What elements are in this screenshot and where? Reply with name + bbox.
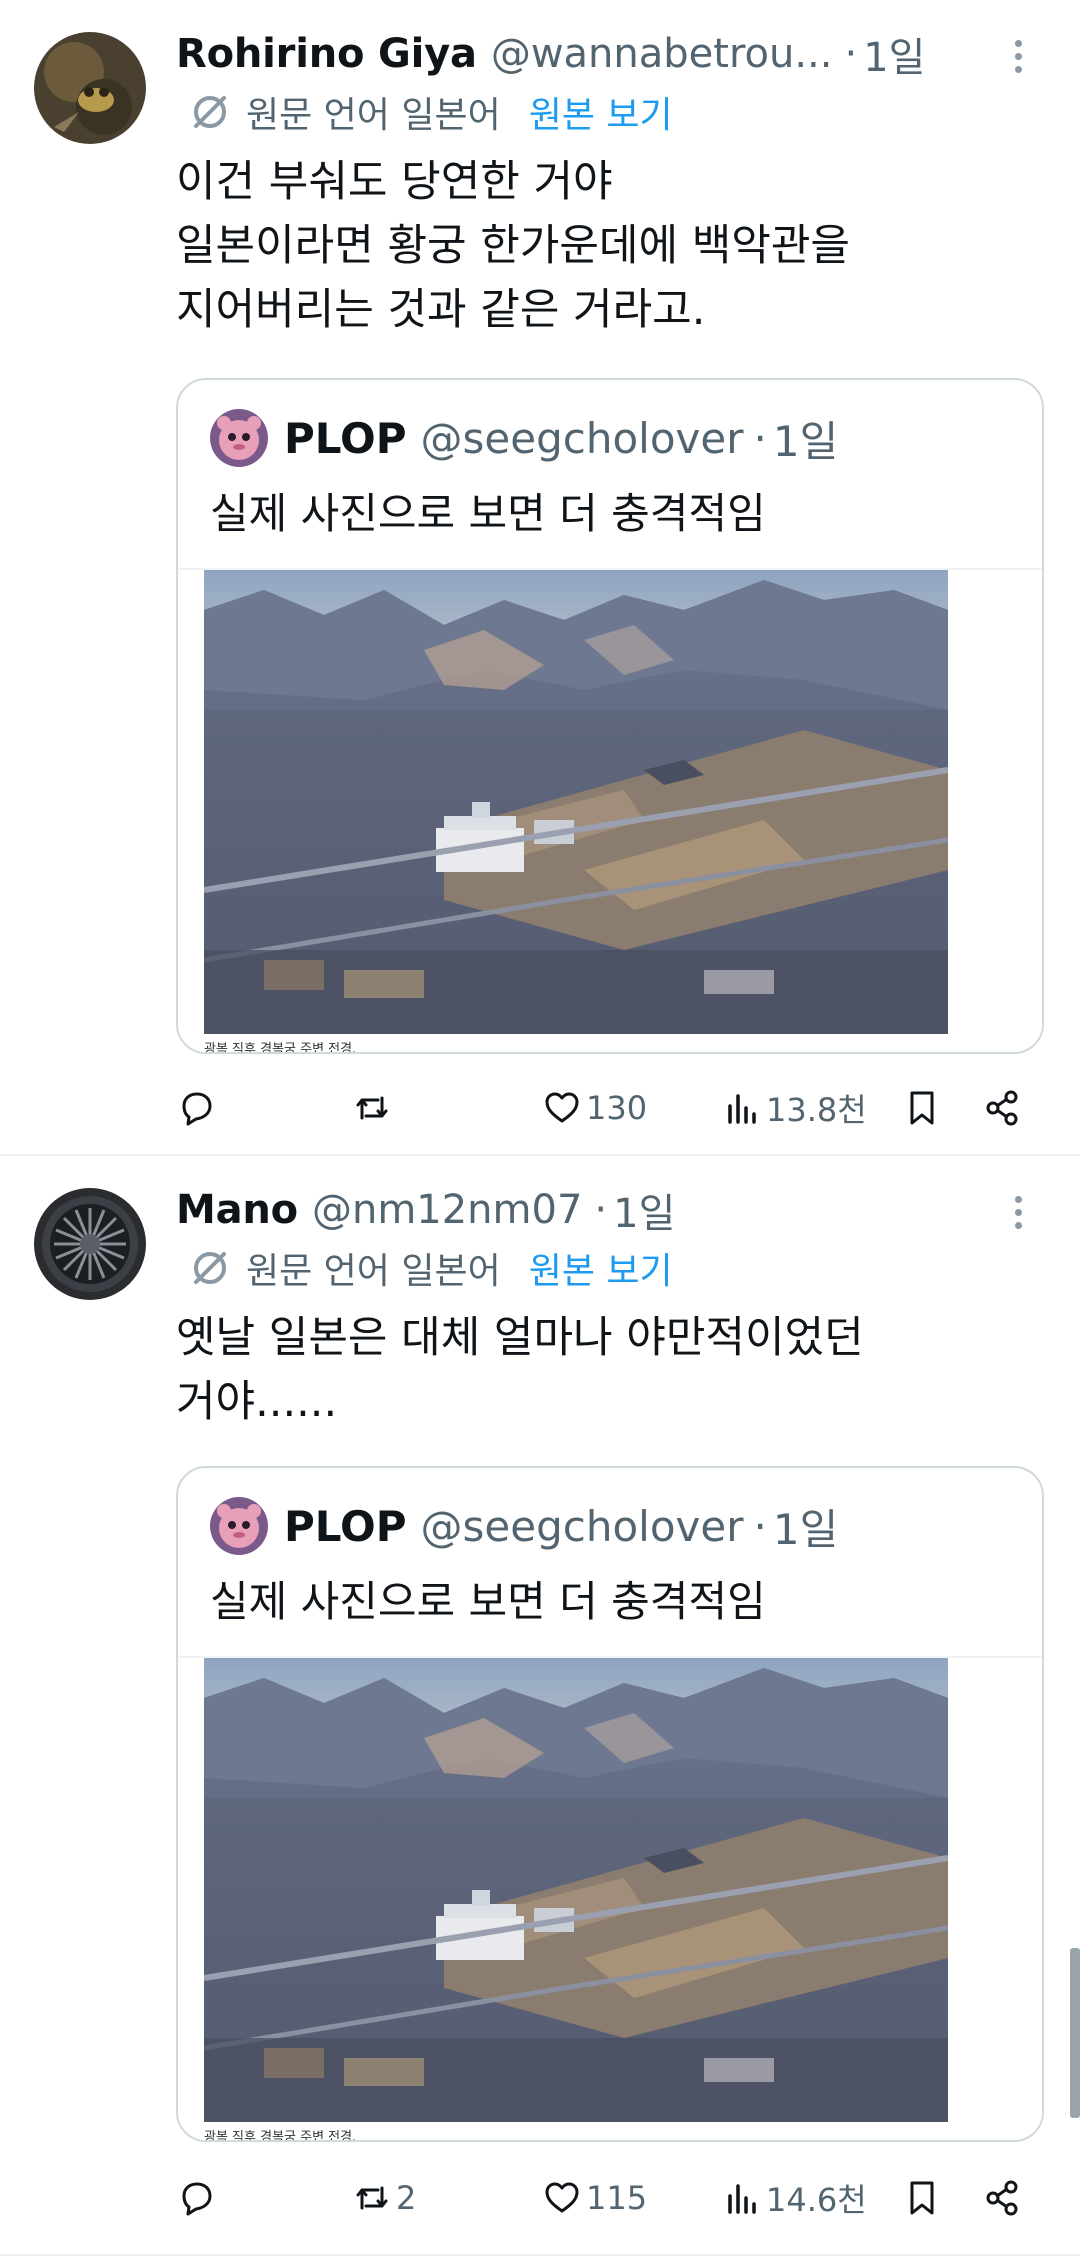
separator-dot: ·: [844, 31, 858, 77]
bookmark-icon: [910, 2181, 934, 2215]
action-bar: 2 115 14.6천: [176, 2168, 1040, 2228]
quoted-header: PLOP @seegcholover · 1일: [210, 406, 838, 470]
like-button[interactable]: 130: [542, 1078, 647, 1138]
quoted-tweet[interactable]: PLOP @seegcholover · 1일 실제 사진으로 보면 더 충격적…: [176, 378, 1044, 1054]
separator-dot: ·: [753, 1501, 767, 1551]
more-icon[interactable]: [998, 1192, 1038, 1232]
quoted-timestamp: 1일: [772, 416, 839, 466]
quoted-user-handle: @seegcholover: [420, 413, 744, 463]
separator-dot: ·: [594, 1187, 608, 1233]
avatar[interactable]: [34, 32, 146, 144]
photo-caption: 광복 직후 경복궁 주변 전경.: [204, 1042, 357, 1054]
share-icon: [986, 2180, 1018, 2216]
quoted-avatar: [210, 1497, 268, 1555]
quoted-text: 실제 사진으로 보면 더 충격적임: [210, 1577, 766, 1626]
aerial-photo[interactable]: [204, 1658, 948, 2122]
user-handle[interactable]: @nm12nm07: [312, 1187, 582, 1233]
timestamp[interactable]: 1일: [613, 1181, 675, 1239]
quoted-media[interactable]: 광복 직후 경복궁 주변 전경.: [178, 1656, 1042, 2140]
show-original-link[interactable]: 원본 보기: [529, 1242, 673, 1294]
timestamp[interactable]: 1일: [863, 25, 925, 83]
heart-icon: [545, 1092, 579, 1123]
action-bar: 130 13.8천: [176, 1078, 1040, 1138]
bookmark-icon: [910, 1091, 934, 1125]
show-original-link[interactable]: 원본 보기: [529, 86, 673, 138]
views-icon: [728, 1094, 756, 1124]
translate-icon: [194, 1252, 226, 1284]
quoted-media[interactable]: 광복 직후 경복궁 주변 전경.: [178, 568, 1042, 1052]
translate-icon: [194, 96, 226, 128]
avatar[interactable]: [34, 1188, 146, 1300]
display-name[interactable]: Mano: [176, 1187, 298, 1233]
translation-language: 원문 언어 일본어: [246, 1251, 501, 1292]
views-icon: [728, 2184, 756, 2214]
tweet-header: Rohirino Giya @wannabetrou... · 1일: [176, 22, 1040, 86]
tweet[interactable]: Mano @nm12nm07 · 1일 원문 언어 일본어 원본 보기 옛날 일…: [0, 1156, 1080, 2256]
translation-bar: 원문 언어 일본어 원본 보기: [188, 1242, 673, 1294]
translation-language: 원문 언어 일본어: [246, 95, 501, 136]
views-count: 14.6천: [766, 2181, 867, 2219]
reply-button[interactable]: [176, 2168, 220, 2228]
quoted-display-name: PLOP: [284, 1501, 407, 1551]
share-button[interactable]: [982, 1078, 1022, 1138]
retweet-icon: [356, 1096, 388, 1120]
display-name[interactable]: Rohirino Giya: [176, 31, 477, 77]
aerial-photo[interactable]: [204, 570, 948, 1034]
views-count: 13.8천: [766, 1091, 867, 1129]
share-button[interactable]: [982, 2168, 1022, 2228]
reply-button[interactable]: [176, 1078, 220, 1138]
like-button[interactable]: 115: [542, 2168, 647, 2228]
quoted-display-name: PLOP: [284, 413, 407, 463]
like-count: 115: [586, 2179, 648, 2217]
views-button[interactable]: 14.6천: [722, 2168, 867, 2228]
reply-icon: [182, 1092, 212, 1126]
tweet-text: 옛날 일본은 대체 얼마나 야만적이었던 거야......: [176, 1313, 864, 1427]
more-icon[interactable]: [998, 36, 1038, 76]
quoted-tweet[interactable]: PLOP @seegcholover · 1일 실제 사진으로 보면 더 충격적…: [176, 1466, 1044, 2142]
like-count: 130: [586, 1089, 648, 1127]
photo-caption: 광복 직후 경복궁 주변 전경.: [204, 2130, 357, 2142]
quoted-user-handle: @seegcholover: [420, 1501, 744, 1551]
separator-dot: ·: [753, 413, 767, 463]
quoted-avatar: [210, 409, 268, 467]
quoted-header: PLOP @seegcholover · 1일: [210, 1494, 838, 1558]
tweet-text: 이건 부숴도 당연한 거야 일본이라면 황궁 한가운데에 백악관을 지어버리는 …: [176, 157, 850, 335]
scrollbar[interactable]: [1070, 1948, 1080, 2118]
share-icon: [986, 1090, 1018, 1126]
translation-bar: 원문 언어 일본어 원본 보기: [188, 86, 673, 138]
quoted-text: 실제 사진으로 보면 더 충격적임: [210, 489, 766, 538]
quoted-timestamp: 1일: [772, 1504, 839, 1554]
tweet[interactable]: Rohirino Giya @wannabetrou... · 1일 원문 언어…: [0, 0, 1080, 1156]
bookmark-button[interactable]: [902, 2168, 942, 2228]
retweet-button[interactable]: [352, 1078, 396, 1138]
reply-icon: [182, 2182, 212, 2216]
retweet-count: 2: [396, 2179, 417, 2217]
heart-icon: [545, 2182, 579, 2213]
user-handle[interactable]: @wannabetrou...: [491, 31, 833, 77]
retweet-button[interactable]: 2: [352, 2168, 416, 2228]
tweet-header: Mano @nm12nm07 · 1일: [176, 1178, 1040, 1242]
bookmark-button[interactable]: [902, 1078, 942, 1138]
retweet-icon: [356, 2186, 388, 2210]
views-button[interactable]: 13.8천: [722, 1078, 867, 1138]
